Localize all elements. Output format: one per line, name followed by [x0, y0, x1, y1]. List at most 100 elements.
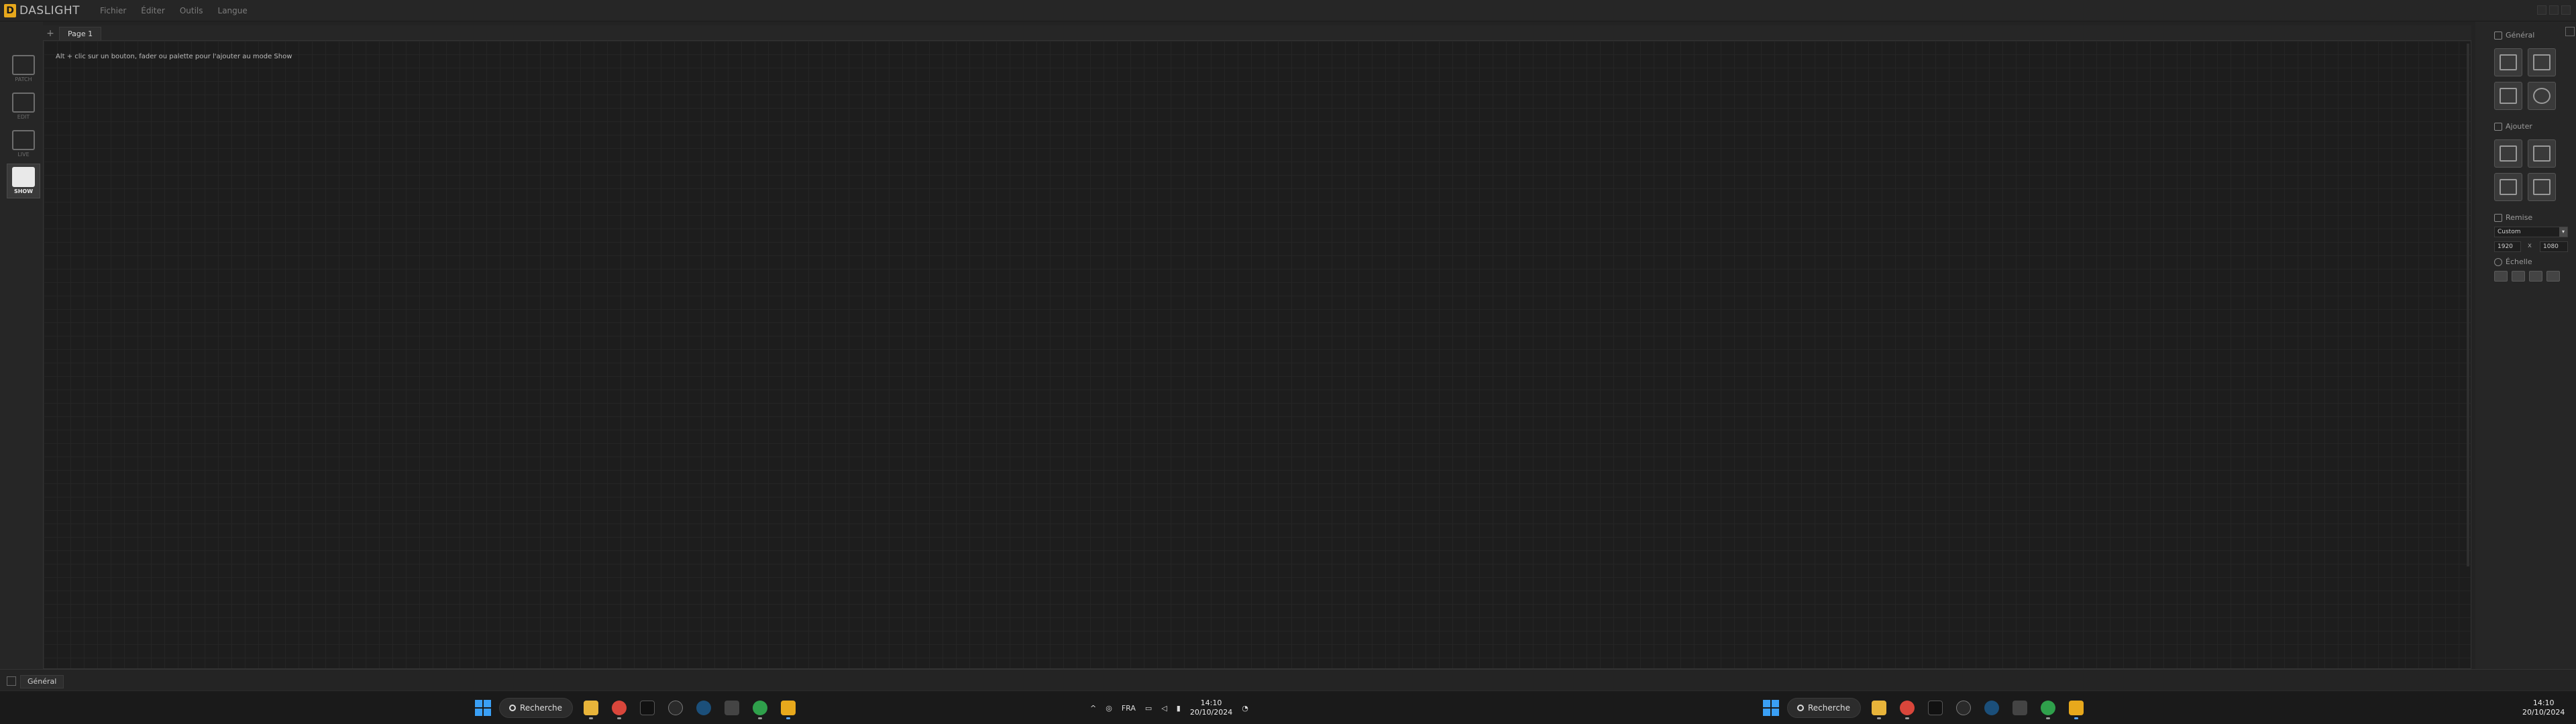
clock-left[interactable]: 14:10 20/10/2024	[1190, 699, 1232, 717]
add-icon	[2494, 122, 2502, 131]
mode-edit-label: EDIT	[17, 114, 30, 120]
tab-general[interactable]: Général	[20, 675, 64, 688]
general-title-text: Général	[2506, 31, 2535, 40]
add-fader-button[interactable]	[2528, 139, 2556, 168]
chrome-icon-2[interactable]	[750, 698, 770, 719]
volume-icon[interactable]: ◁	[1161, 704, 1167, 713]
app-icon-3[interactable]	[722, 698, 742, 718]
app-icon[interactable]	[1925, 698, 1945, 718]
fullscreen-icon	[2500, 88, 2517, 104]
mode-show-label: SHOW	[13, 188, 34, 194]
mode-live-label: LIVE	[17, 152, 30, 158]
zoom-icon	[2494, 257, 2502, 266]
menu-file[interactable]: Fichier	[100, 6, 126, 15]
notification-icon[interactable]: ◔	[1242, 704, 1248, 713]
menu-tools[interactable]: Outils	[180, 6, 203, 15]
taskbar-search[interactable]: Recherche	[1787, 698, 1861, 718]
tab-page-1[interactable]: Page 1	[59, 27, 102, 40]
mode-sidebar: PATCH EDIT LIVE SHOW	[0, 21, 43, 669]
menu-edit[interactable]: Éditer	[141, 6, 165, 15]
file-explorer-icon[interactable]	[581, 698, 601, 719]
date: 20/10/2024	[2522, 708, 2565, 717]
maximize-button[interactable]	[2549, 5, 2559, 15]
power-button[interactable]	[2528, 82, 2556, 110]
windows-taskbar: Recherche ^ ◎ FRA ▭ ◁ ▮ 14:10 20/10/2024…	[0, 690, 2576, 724]
close-button[interactable]	[2561, 5, 2571, 15]
system-tray-left: ^ ◎ FRA ▭ ◁ ▮ 14:10 20/10/2024 ◔	[1090, 697, 1248, 719]
app-name: DASLIGHT	[19, 3, 80, 17]
daslight-icon[interactable]	[778, 698, 798, 719]
add-palette-button[interactable]	[2528, 173, 2556, 201]
chrome-icon[interactable]	[609, 698, 629, 719]
resolution-preset-select[interactable]: Custom ▾	[2494, 227, 2568, 237]
lock-button[interactable]	[2528, 48, 2556, 76]
canvas-hint: Alt + clic sur un bouton, fader ou palet…	[56, 53, 292, 60]
general-section-title: Général	[2494, 31, 2534, 40]
steam-icon[interactable]	[694, 698, 714, 718]
app-icon-2[interactable]	[1953, 698, 1974, 718]
height-input[interactable]: 1080	[2540, 241, 2568, 252]
menu-bar: D DASLIGHT Fichier Éditer Outils Langue	[0, 0, 2576, 21]
chrome-icon-2[interactable]	[2038, 698, 2058, 719]
width-input[interactable]: 1920	[2494, 241, 2521, 252]
mode-live-button[interactable]: LIVE	[7, 127, 40, 162]
battery-icon[interactable]: ▮	[1177, 704, 1181, 713]
mode-patch-button[interactable]: PATCH	[7, 52, 40, 87]
edit-icon	[2500, 54, 2517, 70]
add-position-button[interactable]	[2494, 173, 2522, 201]
microphone-icon[interactable]: ◎	[1106, 704, 1112, 713]
gear-icon	[2494, 31, 2502, 40]
taskbar-search[interactable]: Recherche	[499, 698, 573, 718]
steam-icon[interactable]	[1982, 698, 2002, 718]
add-scene-button[interactable]	[2494, 139, 2522, 168]
edit-icon	[12, 93, 35, 113]
mode-patch-label: PATCH	[15, 76, 32, 82]
taskbar-apps-right: Recherche	[1763, 697, 2086, 719]
resize-section-title: Remise	[2494, 213, 2532, 222]
palette-icon	[2533, 179, 2551, 195]
app-icon[interactable]	[637, 698, 657, 718]
minimize-button[interactable]	[2537, 5, 2546, 15]
lock-icon	[2533, 54, 2551, 70]
file-explorer-icon[interactable]	[1869, 698, 1889, 719]
system-tray-right: 14:10 20/10/2024	[2522, 697, 2565, 719]
daslight-icon[interactable]	[2066, 698, 2086, 719]
zoom-option-1[interactable]	[2494, 271, 2508, 282]
canvas-scrollbar[interactable]	[2467, 44, 2469, 566]
page-list-icon[interactable]	[7, 676, 16, 686]
patch-icon	[12, 55, 35, 75]
menu-language[interactable]: Langue	[218, 6, 248, 15]
fullscreen-button[interactable]	[2494, 82, 2522, 110]
panel-toggle-icon[interactable]	[2565, 27, 2575, 36]
mode-show-button[interactable]: SHOW	[7, 164, 40, 198]
time: 14:10	[1200, 699, 1222, 707]
chrome-icon[interactable]	[1897, 698, 1917, 719]
app-icon-3[interactable]	[2010, 698, 2030, 718]
windows-start-icon[interactable]	[1763, 700, 1779, 716]
resize-title-text: Remise	[2506, 213, 2533, 222]
zoom-title-text: Échelle	[2506, 257, 2532, 266]
add-page-button[interactable]: +	[44, 28, 56, 40]
power-icon	[2533, 88, 2551, 104]
taskbar-apps-left: Recherche	[475, 697, 798, 719]
edit-layout-button[interactable]	[2494, 48, 2522, 76]
resize-icon	[2494, 213, 2502, 222]
windows-start-icon[interactable]	[475, 700, 491, 716]
zoom-option-4[interactable]	[2546, 271, 2560, 282]
move-icon	[2500, 179, 2517, 195]
logo-mark: D	[4, 3, 16, 17]
show-icon	[12, 167, 35, 187]
network-icon[interactable]: ▭	[1145, 704, 1152, 713]
show-canvas[interactable]: Alt + clic sur un bouton, fader ou palet…	[43, 40, 2471, 669]
chevron-up-icon[interactable]: ^	[1090, 704, 1096, 713]
language-indicator[interactable]: FRA	[1122, 704, 1136, 713]
search-icon	[1797, 705, 1804, 711]
zoom-option-2[interactable]	[2512, 271, 2525, 282]
size-separator: x	[2528, 242, 2532, 249]
mode-edit-button[interactable]: EDIT	[7, 90, 40, 125]
app-logo: D DASLIGHT	[4, 0, 80, 21]
zoom-option-3[interactable]	[2529, 271, 2542, 282]
clock-right[interactable]: 14:10 20/10/2024	[2522, 699, 2565, 717]
search-label: Recherche	[520, 703, 563, 713]
app-icon-2[interactable]	[665, 698, 686, 718]
